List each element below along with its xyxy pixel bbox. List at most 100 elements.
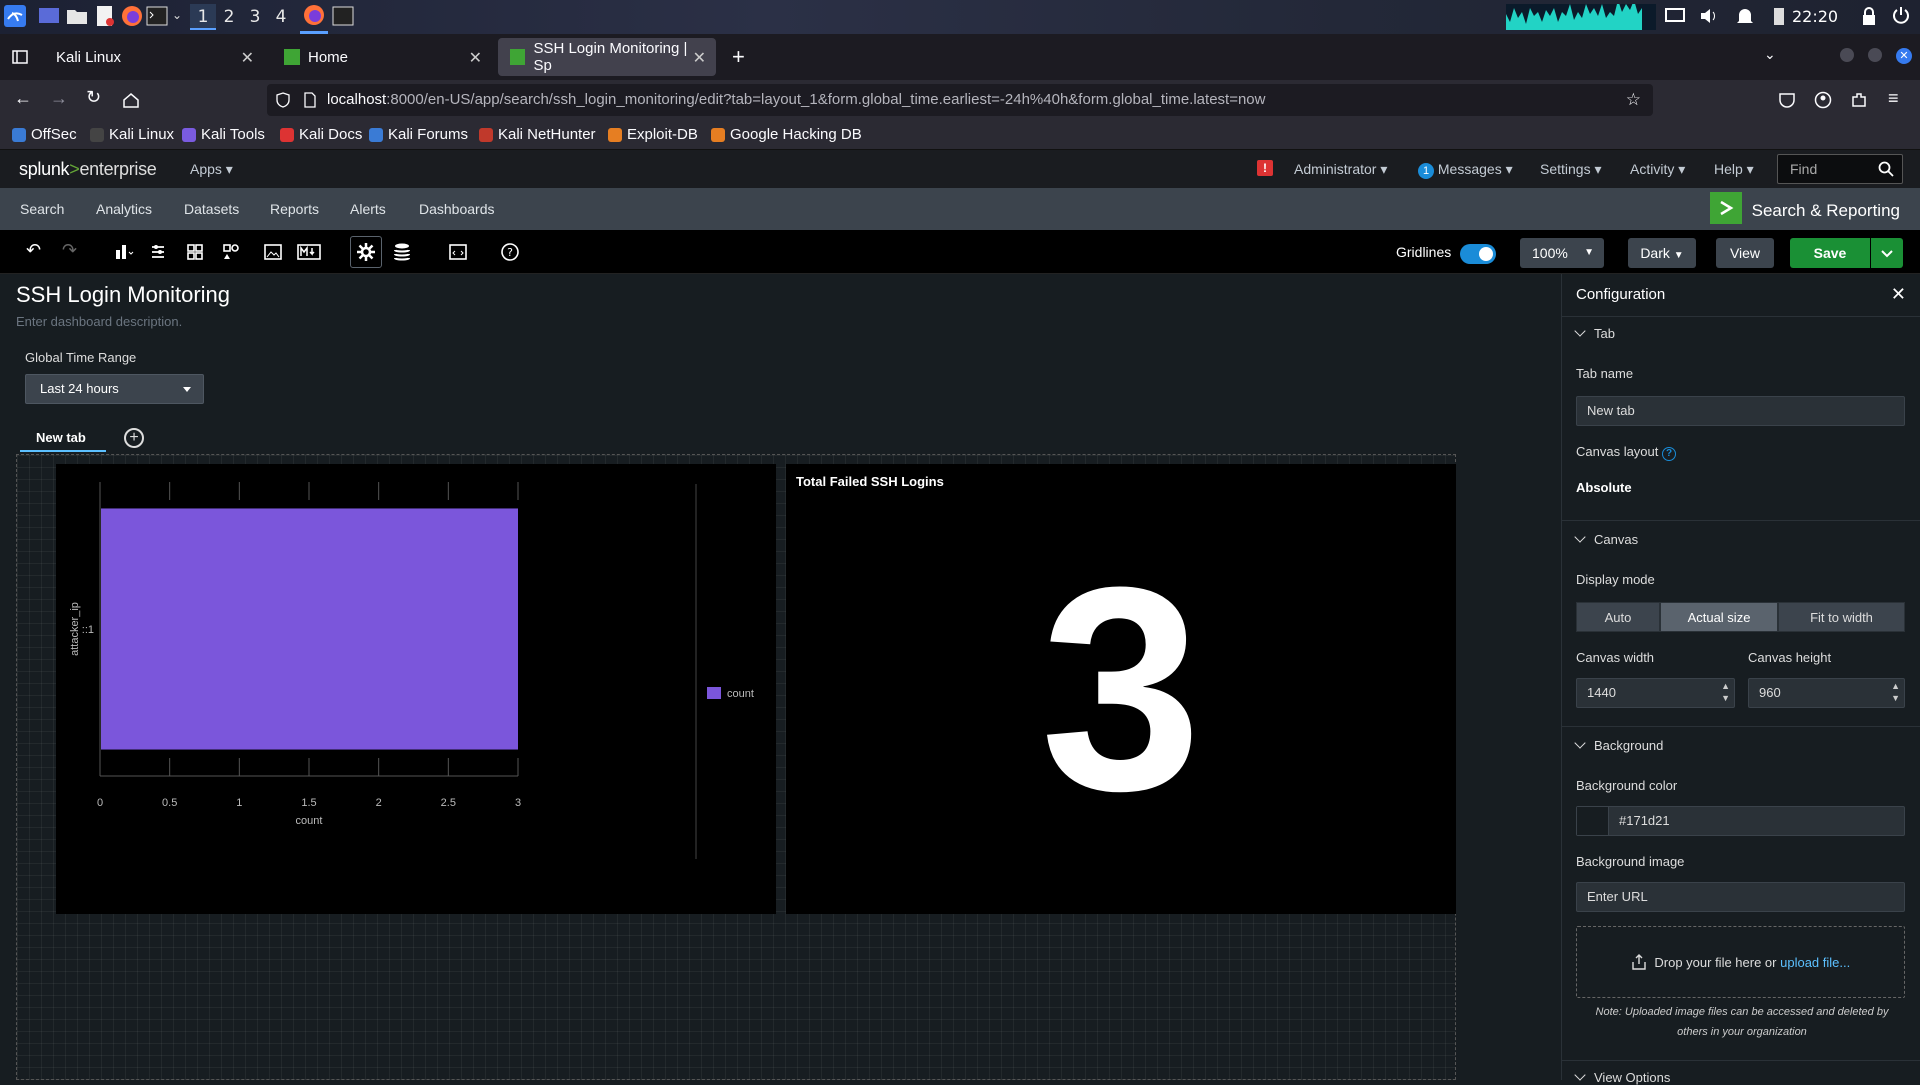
activity-menu[interactable]: Activity ▾ bbox=[1630, 161, 1685, 178]
find-input[interactable]: Find bbox=[1777, 154, 1903, 184]
color-swatch[interactable] bbox=[1577, 807, 1609, 835]
data-sources-icon[interactable] bbox=[392, 242, 412, 262]
apps-menu[interactable]: Apps ▾ bbox=[190, 161, 233, 178]
canvas-section-header[interactable]: Canvas bbox=[1574, 531, 1638, 547]
close-tab-icon[interactable]: ✕ bbox=[469, 48, 482, 68]
lock-icon[interactable] bbox=[1858, 5, 1880, 27]
canvas-height-input[interactable]: 960 ▲ ▼ bbox=[1748, 678, 1905, 708]
help-menu[interactable]: Help ▾ bbox=[1714, 161, 1754, 178]
bookmark-kali-tools[interactable]: Kali Tools bbox=[182, 126, 265, 143]
tab-name-input[interactable]: New tab bbox=[1576, 396, 1905, 426]
add-input-icon[interactable] bbox=[150, 242, 170, 262]
new-tab-plus-icon[interactable]: + bbox=[732, 44, 745, 70]
tab-section-header[interactable]: Tab bbox=[1574, 325, 1615, 341]
time-range-picker[interactable]: Last 24 hours bbox=[25, 374, 204, 404]
display-icon[interactable] bbox=[1664, 5, 1686, 27]
help-icon[interactable]: ? bbox=[1662, 447, 1677, 461]
bookmark-exploit-db[interactable]: Exploit-DB bbox=[608, 126, 698, 143]
text-editor-icon[interactable] bbox=[94, 5, 116, 27]
volume-icon[interactable] bbox=[1698, 5, 1720, 27]
tab-new-tab[interactable]: New tab bbox=[36, 430, 86, 445]
messages-menu[interactable]: 1 Messages ▾ bbox=[1418, 161, 1513, 179]
display-mode-fit-to-width[interactable]: Fit to width bbox=[1778, 602, 1905, 632]
background-image-url-input[interactable]: Enter URL bbox=[1576, 882, 1905, 912]
add-layout-icon[interactable] bbox=[186, 242, 206, 262]
background-color-input[interactable]: #171d21 bbox=[1576, 806, 1905, 836]
display-mode-actual-size[interactable]: Actual size bbox=[1660, 602, 1778, 632]
nav-reports[interactable]: Reports bbox=[270, 201, 319, 217]
list-tabs-chevron-icon[interactable]: ⌄ bbox=[1764, 46, 1776, 63]
close-icon[interactable]: ✕ bbox=[1891, 284, 1906, 305]
close-window-icon[interactable]: ✕ bbox=[1896, 48, 1912, 64]
extensions-icon[interactable] bbox=[1850, 91, 1868, 109]
workspace-3[interactable]: 3 bbox=[242, 4, 268, 30]
bookmark-kali-linux[interactable]: Kali Linux bbox=[90, 126, 174, 143]
forward-arrow-icon[interactable]: → bbox=[50, 88, 68, 109]
display-mode-auto[interactable]: Auto bbox=[1576, 602, 1660, 632]
terminal-icon[interactable] bbox=[146, 5, 168, 27]
maximize-window-icon[interactable] bbox=[1868, 48, 1882, 62]
file-drop-zone[interactable]: Drop your file here or upload file... bbox=[1576, 926, 1905, 998]
add-markdown-icon[interactable] bbox=[297, 242, 321, 262]
account-icon[interactable] bbox=[1814, 91, 1832, 109]
nav-dashboards[interactable]: Dashboards bbox=[419, 201, 495, 217]
bookmark-star-icon[interactable]: ☆ bbox=[1626, 84, 1641, 116]
sidebar-icon[interactable] bbox=[12, 49, 28, 65]
browser-tab-ssh-login-monitoring[interactable]: SSH Login Monitoring | Sp ✕ bbox=[498, 38, 716, 76]
home-icon[interactable] bbox=[122, 91, 140, 109]
theme-select[interactable]: Dark ▼ bbox=[1628, 238, 1696, 268]
workspace-2[interactable]: 2 bbox=[216, 4, 242, 30]
add-image-icon[interactable] bbox=[263, 242, 283, 262]
close-tab-icon[interactable]: ✕ bbox=[241, 48, 254, 68]
source-code-icon[interactable] bbox=[448, 242, 468, 262]
pocket-icon[interactable] bbox=[1778, 91, 1796, 109]
hamburger-menu-icon[interactable]: ≡ bbox=[1888, 88, 1899, 109]
undo-icon[interactable]: ↶ bbox=[26, 240, 46, 260]
upload-file-link[interactable]: upload file... bbox=[1780, 955, 1850, 970]
desktop-icon[interactable] bbox=[38, 5, 60, 27]
dashboard-title[interactable]: SSH Login Monitoring bbox=[16, 282, 230, 308]
help-icon[interactable]: ? bbox=[500, 242, 520, 262]
background-section-header[interactable]: Background bbox=[1574, 737, 1663, 753]
file-manager-icon[interactable] bbox=[66, 5, 88, 27]
url-bar[interactable]: localhost:8000/en-US/app/search/ssh_logi… bbox=[267, 84, 1653, 116]
nav-search[interactable]: Search bbox=[20, 201, 64, 217]
dashboard-description[interactable]: Enter dashboard description. bbox=[16, 314, 182, 329]
add-tab-icon[interactable]: + bbox=[124, 428, 144, 448]
app-name[interactable]: Search & Reporting bbox=[1709, 192, 1900, 224]
add-shape-icon[interactable] bbox=[222, 242, 242, 262]
nav-alerts[interactable]: Alerts bbox=[350, 201, 386, 217]
save-button[interactable]: Save bbox=[1790, 238, 1870, 268]
settings-menu[interactable]: Settings ▾ bbox=[1540, 161, 1602, 178]
view-options-section-header[interactable]: View Options bbox=[1574, 1069, 1670, 1085]
zoom-select[interactable]: 100% ▼ bbox=[1520, 238, 1604, 268]
nav-analytics[interactable]: Analytics bbox=[96, 201, 152, 217]
browser-tab-home[interactable]: Home ✕ bbox=[272, 38, 492, 76]
add-chart-icon[interactable] bbox=[114, 242, 134, 262]
search-icon[interactable] bbox=[1878, 161, 1894, 177]
back-arrow-icon[interactable]: ← bbox=[14, 88, 32, 109]
notification-bell-icon[interactable] bbox=[1734, 5, 1756, 27]
configuration-button[interactable] bbox=[350, 236, 382, 268]
bookmark-kali-docs[interactable]: Kali Docs bbox=[280, 126, 362, 143]
redo-icon[interactable]: ↷ bbox=[62, 240, 82, 260]
chevron-down-icon[interactable]: ⌄ bbox=[172, 8, 182, 22]
firefox-icon[interactable] bbox=[121, 5, 143, 27]
splunk-logo[interactable]: splunk>enterprise bbox=[19, 159, 157, 180]
shield-icon[interactable] bbox=[275, 92, 291, 108]
workspace-1[interactable]: 1 bbox=[190, 4, 216, 30]
bookmark-kali-forums[interactable]: Kali Forums bbox=[369, 126, 468, 143]
alert-badge-icon[interactable]: ! bbox=[1257, 160, 1273, 176]
gridlines-toggle[interactable] bbox=[1460, 244, 1496, 264]
canvas-width-input[interactable]: 1440 ▲ ▼ bbox=[1576, 678, 1735, 708]
browser-tab-kali-linux[interactable]: Kali Linux ✕ bbox=[44, 38, 264, 76]
single-value-panel[interactable]: Total Failed SSH Logins 3 bbox=[786, 464, 1456, 914]
kali-menu-icon[interactable] bbox=[4, 5, 26, 27]
firefox-window-icon[interactable] bbox=[303, 4, 325, 26]
minimize-window-icon[interactable] bbox=[1840, 48, 1854, 62]
close-tab-icon[interactable]: ✕ bbox=[693, 48, 706, 68]
user-menu[interactable]: Administrator ▾ bbox=[1294, 161, 1387, 178]
view-button[interactable]: View bbox=[1716, 238, 1774, 268]
bar-chart-panel[interactable]: 0 0.5 1 1.5 2 2.5 3::1 count attacker_ip count bbox=[56, 464, 776, 914]
save-options-button[interactable] bbox=[1871, 238, 1903, 268]
